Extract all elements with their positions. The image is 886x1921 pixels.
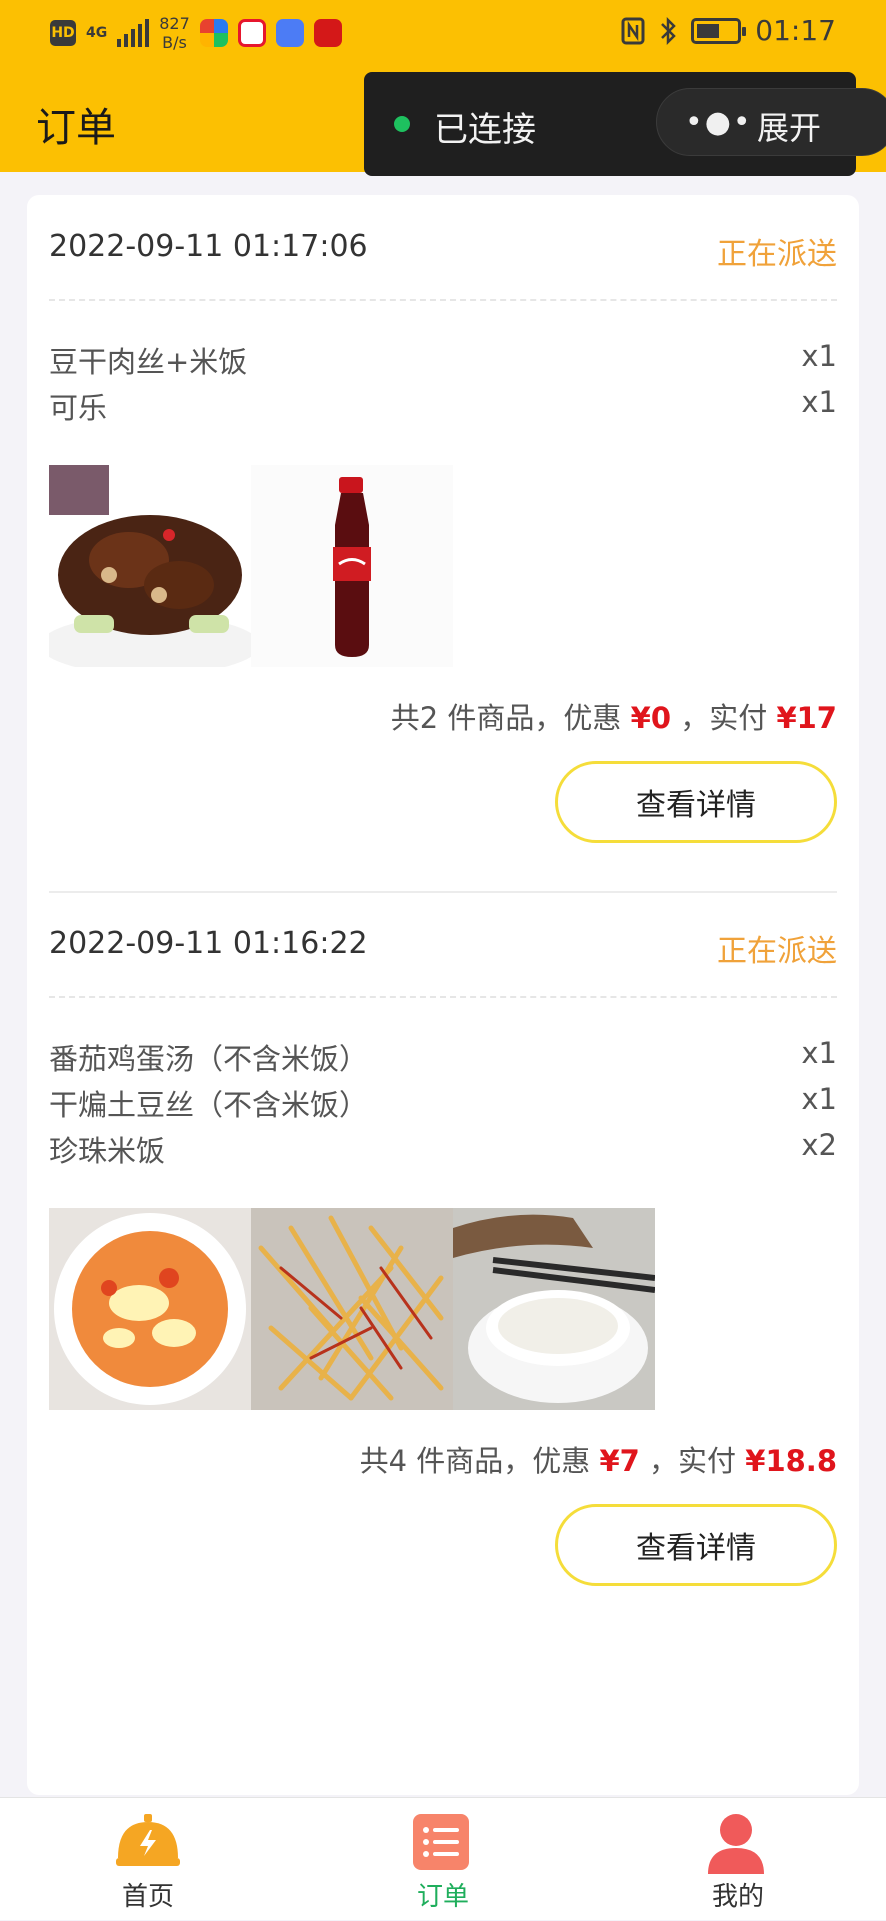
- food-image-shredded-potato[interactable]: [251, 1208, 453, 1410]
- bottom-tab-bar: 首页 订单 我的: [0, 1797, 886, 1920]
- status-bar: HD 4G 827 B/s 01:17: [0, 0, 886, 70]
- food-image-pork[interactable]: [49, 465, 251, 667]
- order-datetime: 2022-09-11 01:17:06: [49, 229, 368, 264]
- order-summary: 共4 件商品，优惠 ¥7 ，实付 ¥18.8: [360, 1438, 837, 1480]
- item-name: 干煸土豆丝（不含米饭）: [49, 1088, 369, 1122]
- discount-amount: ¥0: [630, 701, 671, 735]
- paid-amount: ¥17: [776, 701, 837, 735]
- weibo-icon: [237, 19, 266, 47]
- tab-mine-label: 我的: [711, 1882, 764, 1912]
- summary-pay-label: ，实付: [649, 1444, 737, 1478]
- tab-home[interactable]: 首页: [68, 1798, 228, 1921]
- order-list-icon: [413, 1814, 469, 1870]
- item-qty: x2: [801, 1128, 837, 1162]
- more-dots-icon[interactable]: •●•: [685, 108, 753, 138]
- divider: [49, 996, 837, 998]
- tab-orders-label: 订单: [416, 1882, 469, 1912]
- orders-card: 2022-09-11 01:17:06 正在派送 豆干肉丝+米饭 x1 可乐 x…: [27, 195, 859, 1795]
- home-bell-icon: [116, 1814, 180, 1866]
- status-bar-left: HD 4G 827 B/s: [50, 14, 342, 52]
- user-icon: [708, 1814, 764, 1874]
- divider: [49, 299, 837, 301]
- item-name: 珍珠米饭: [49, 1134, 166, 1168]
- summary-count: 共4 件商品，优惠: [359, 1444, 591, 1478]
- network-type: 4G: [86, 25, 108, 41]
- summary-pay-label: ，实付: [680, 701, 768, 735]
- food-image-cola[interactable]: [251, 465, 453, 667]
- connection-banner: 已连接 •●• 展开: [364, 72, 886, 176]
- battery-icon: [691, 17, 747, 44]
- study-app-icon: [313, 19, 342, 47]
- bluetooth-icon: [661, 16, 677, 45]
- order-line-item: 可乐 x1: [49, 385, 837, 425]
- tab-orders[interactable]: 订单: [363, 1798, 523, 1921]
- food-image-tomato-egg-soup[interactable]: [49, 1208, 251, 1410]
- speed-value: 827: [159, 14, 190, 33]
- item-qty: x1: [801, 1036, 837, 1070]
- order-line-item: 珍珠米饭 x2: [49, 1128, 837, 1168]
- page-title: 订单: [36, 105, 116, 151]
- nfc-icon: [621, 17, 645, 44]
- order-status: 正在派送: [717, 237, 837, 272]
- signal-icon: [117, 19, 150, 47]
- item-name: 番茄鸡蛋汤（不含米饭）: [49, 1042, 369, 1076]
- discount-amount: ¥7: [599, 1444, 640, 1478]
- item-name: 可乐: [49, 391, 108, 425]
- connected-dot-icon: [394, 116, 410, 132]
- status-bar-right: 01:17: [621, 14, 836, 47]
- view-details-button[interactable]: 查看详情: [555, 761, 837, 843]
- order-line-item: 干煸土豆丝（不含米饭） x1: [49, 1082, 837, 1122]
- hd-icon: HD: [50, 20, 76, 46]
- network-speed: 827 B/s: [159, 14, 190, 52]
- order-line-item: 番茄鸡蛋汤（不含米饭） x1: [49, 1036, 837, 1076]
- paid-amount: ¥18.8: [745, 1444, 837, 1478]
- connection-status: 已连接: [434, 110, 536, 150]
- tab-mine[interactable]: 我的: [658, 1798, 818, 1921]
- speed-unit: B/s: [162, 33, 187, 52]
- view-details-button[interactable]: 查看详情: [555, 1504, 837, 1586]
- order-status: 正在派送: [717, 934, 837, 969]
- expand-button[interactable]: 展开: [757, 103, 821, 149]
- item-qty: x1: [801, 385, 837, 419]
- music-icon: [275, 19, 304, 47]
- summary-count: 共2 件商品，优惠: [390, 701, 622, 735]
- order-separator: [49, 891, 837, 893]
- tab-home-label: 首页: [121, 1882, 174, 1912]
- expand-capsule[interactable]: •●• 展开: [656, 88, 886, 156]
- item-name: 豆干肉丝+米饭: [49, 345, 248, 379]
- order-datetime: 2022-09-11 01:16:22: [49, 926, 368, 961]
- app-notification-icon: [199, 19, 228, 47]
- item-qty: x1: [801, 1082, 837, 1116]
- item-qty: x1: [801, 339, 837, 373]
- clock: 01:17: [755, 14, 836, 47]
- order-summary: 共2 件商品，优惠 ¥0 ，实付 ¥17: [391, 695, 837, 737]
- order-line-item: 豆干肉丝+米饭 x1: [49, 339, 837, 379]
- food-image-rice[interactable]: [453, 1208, 655, 1410]
